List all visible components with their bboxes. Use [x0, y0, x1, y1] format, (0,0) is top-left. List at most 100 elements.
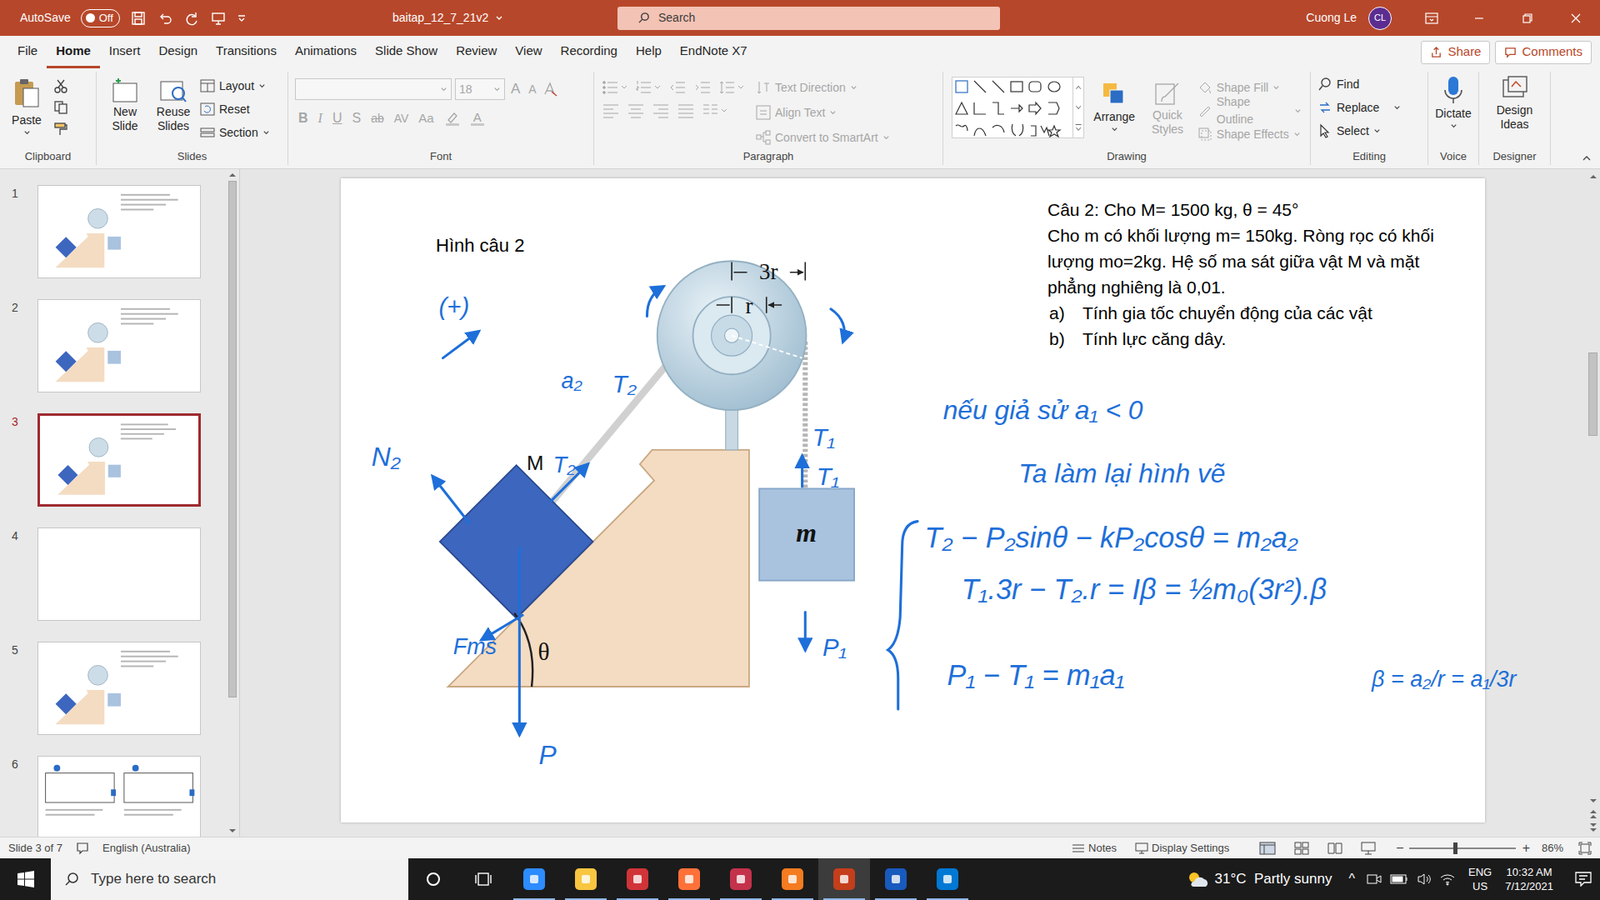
font-name-box[interactable]: [295, 78, 452, 100]
menu-tab[interactable]: File: [8, 35, 47, 69]
slide-thumbnail[interactable]: [37, 413, 201, 507]
zoom-out-button[interactable]: −: [1395, 838, 1404, 859]
align-left-icon[interactable]: [602, 103, 620, 119]
strikethrough-button[interactable]: ab: [370, 110, 385, 128]
italic-button[interactable]: I: [318, 108, 323, 129]
taskbar-app[interactable]: [560, 858, 612, 900]
volume-icon[interactable]: [1416, 872, 1432, 886]
menu-tab[interactable]: Insert: [100, 35, 150, 69]
fit-slide-icon[interactable]: [1578, 841, 1592, 855]
taskbar-app[interactable]: [508, 858, 560, 900]
slide-thumbnail[interactable]: [37, 527, 201, 621]
minimize-button[interactable]: [1455, 0, 1504, 36]
wifi-icon[interactable]: [1440, 872, 1455, 886]
weather-icon[interactable]: [1185, 870, 1210, 889]
quick-styles-button[interactable]: Quick Styles: [1144, 76, 1191, 149]
slide-thumbnail[interactable]: [37, 185, 201, 279]
taskbar-app[interactable]: [921, 858, 974, 900]
menu-tab[interactable]: Review: [446, 35, 506, 69]
copy-icon[interactable]: [53, 100, 69, 115]
document-title[interactable]: baitap_12_7_21v2: [392, 9, 489, 27]
close-button[interactable]: [1551, 0, 1600, 36]
underline-button[interactable]: U: [332, 108, 343, 129]
design-ideas-button[interactable]: Design Ideas: [1479, 71, 1550, 149]
new-slide-button[interactable]: New Slide: [103, 71, 147, 149]
bold-button[interactable]: B: [298, 108, 309, 129]
justify-icon[interactable]: [677, 103, 695, 119]
question-text[interactable]: Câu 2: Cho M= 1500 kg, θ = 45° Cho m có …: [1047, 196, 1435, 352]
thumbnail-row[interactable]: 6: [0, 755, 226, 837]
menu-tab[interactable]: Transitions: [206, 35, 286, 69]
thumbnail-row[interactable]: 4: [0, 527, 226, 642]
next-slide-icon[interactable]: [1589, 821, 1598, 834]
save-icon[interactable]: [130, 10, 147, 27]
thumbnail-row[interactable]: 1: [0, 185, 226, 300]
numbering-icon[interactable]: [635, 80, 661, 95]
character-spacing-button[interactable]: AV: [394, 110, 410, 128]
weather-text[interactable]: 31°C Partly sunny: [1214, 868, 1332, 890]
font-size-box[interactable]: 18: [455, 78, 505, 100]
taskbar-app[interactable]: [766, 858, 819, 900]
title-caret-icon[interactable]: [495, 14, 504, 23]
thumbnail-row[interactable]: 2: [0, 299, 226, 414]
paste-button[interactable]: Paste: [5, 71, 49, 149]
accessibility-icon[interactable]: [75, 841, 90, 855]
bullets-icon[interactable]: [602, 80, 628, 95]
menu-tab[interactable]: EndNote X7: [670, 35, 757, 69]
slideshow-icon[interactable]: [1360, 841, 1376, 855]
layout-button[interactable]: Layout: [200, 75, 270, 97]
gallery-down-icon[interactable]: [1073, 97, 1084, 118]
search-box[interactable]: Search: [617, 6, 1000, 30]
find-button[interactable]: Find: [1317, 73, 1421, 95]
question-item[interactable]: b)Tính lực căng dây.: [1047, 325, 1435, 352]
thumbnail-scrollbar[interactable]: [225, 169, 240, 837]
taskbar-app[interactable]: [715, 858, 767, 900]
reading-view-icon[interactable]: [1327, 841, 1343, 855]
change-case-button[interactable]: Aa: [418, 109, 434, 129]
user-avatar[interactable]: CL: [1368, 6, 1392, 30]
figure-caption[interactable]: Hình câu 2: [435, 231, 525, 260]
battery-icon[interactable]: [1390, 874, 1409, 885]
zoom-slider[interactable]: [1409, 847, 1516, 850]
dictate-button[interactable]: Dictate: [1428, 71, 1479, 149]
highlight-icon[interactable]: [444, 110, 461, 127]
slide-thumbnail[interactable]: [37, 299, 201, 393]
scroll-up-icon[interactable]: [1589, 172, 1598, 181]
share-button[interactable]: Share: [1420, 40, 1490, 65]
select-button[interactable]: Select: [1317, 120, 1421, 142]
line-spacing-icon[interactable]: [719, 80, 745, 95]
notes-button[interactable]: Notes: [1071, 840, 1117, 857]
section-button[interactable]: Section: [200, 121, 270, 144]
collapse-ribbon-icon[interactable]: [1581, 153, 1592, 164]
text-direction-button[interactable]: Text Direction: [755, 76, 890, 99]
present-icon[interactable]: [210, 10, 227, 27]
restore-button[interactable]: [1503, 0, 1552, 36]
menu-tab[interactable]: Recording: [551, 35, 627, 69]
menu-tab[interactable]: View: [505, 35, 551, 69]
clock[interactable]: 10:32 AM7/12/2021: [1505, 865, 1554, 894]
smartart-button[interactable]: Convert to SmartArt: [755, 126, 890, 149]
editor-scrollbar[interactable]: [1585, 169, 1600, 837]
zoom-percent[interactable]: 86%: [1541, 840, 1564, 857]
reuse-slides-button[interactable]: Reuse Slides: [151, 71, 195, 149]
reset-button[interactable]: Reset: [200, 98, 270, 120]
menu-tab[interactable]: Design: [149, 35, 207, 69]
cut-icon[interactable]: [53, 78, 69, 94]
font-color-button[interactable]: A: [470, 111, 485, 126]
comments-button[interactable]: Comments: [1495, 40, 1592, 65]
taskbar-app[interactable]: [818, 858, 870, 900]
language[interactable]: English (Australia): [102, 840, 191, 857]
taskbar-search[interactable]: Type here to search: [50, 858, 409, 900]
ribbon-display-button[interactable]: [1408, 0, 1455, 36]
thumbnail-row[interactable]: 3: [0, 413, 226, 528]
start-button[interactable]: [0, 858, 51, 900]
menu-tab[interactable]: Home: [46, 35, 100, 69]
align-text-button[interactable]: Align Text: [755, 101, 890, 124]
autosave-toggle[interactable]: Off: [80, 9, 120, 28]
arrange-button[interactable]: Arrange: [1090, 76, 1138, 149]
align-center-icon[interactable]: [627, 103, 645, 119]
shape-outline-button[interactable]: Shape Outline: [1197, 100, 1302, 122]
align-right-icon[interactable]: [652, 103, 670, 119]
meet-icon[interactable]: [1366, 872, 1382, 886]
customize-icon[interactable]: [236, 13, 247, 24]
